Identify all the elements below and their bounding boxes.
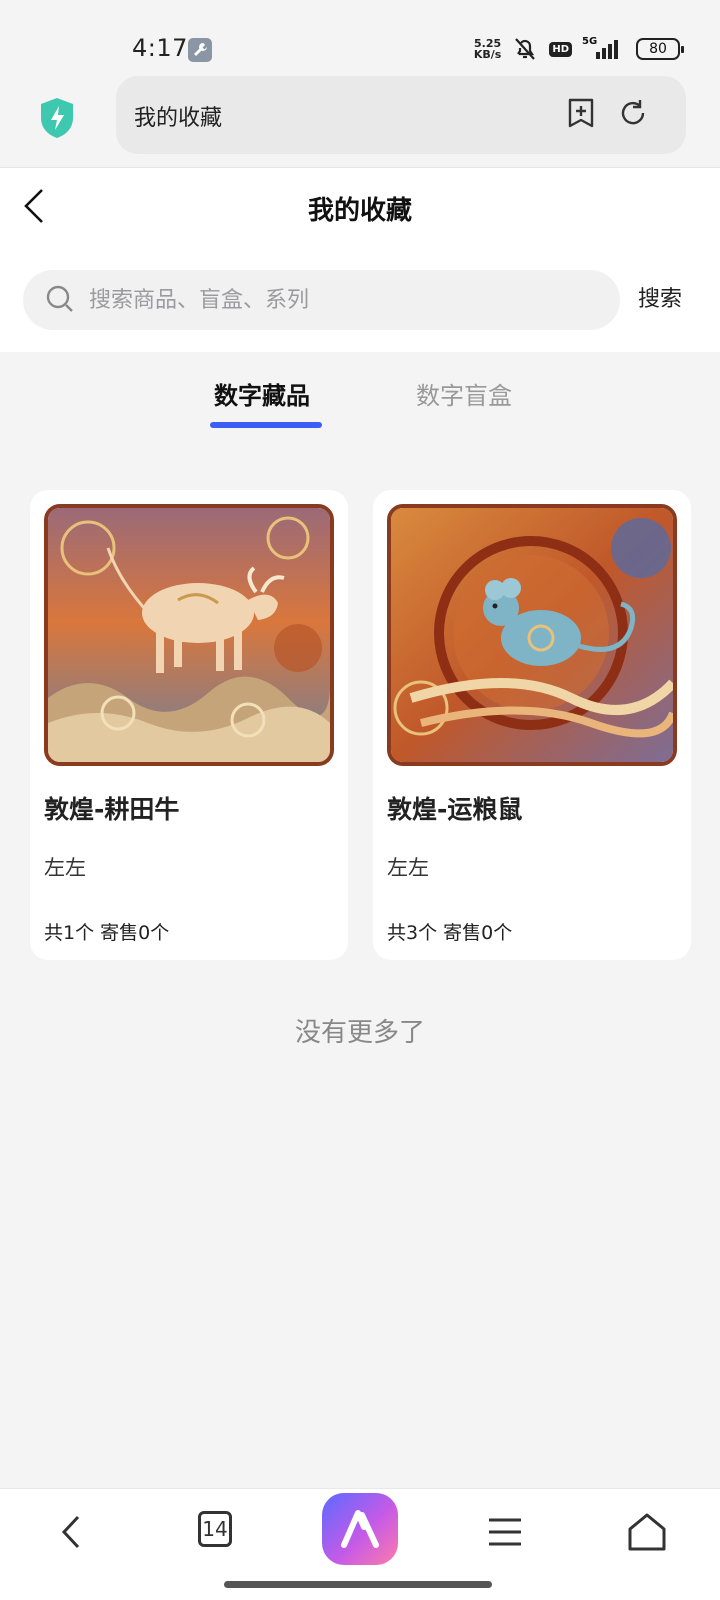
ai-assistant-button[interactable] [322, 1493, 398, 1565]
collectible-image-rat[interactable] [387, 504, 677, 766]
home-indicator[interactable] [224, 1581, 492, 1588]
status-icons: 5.25 KB/s HD 5G 80 [474, 36, 684, 62]
category-tabs: 数字藏品 数字盲盒 [0, 352, 720, 442]
speed-unit: KB/s [473, 48, 502, 61]
collectible-name: 敦煌-运粮鼠 [387, 795, 523, 824]
network-speed: 5.25 KB/s [474, 38, 501, 60]
shield-icon[interactable] [38, 96, 76, 140]
hd-badge: HD [549, 41, 572, 57]
page-title: 我的收藏 [307, 196, 412, 226]
wrench-icon [188, 38, 212, 62]
tabs-count-button[interactable]: 14 [198, 1511, 232, 1547]
browser-toolbar: 我的收藏 [0, 76, 720, 168]
search-box[interactable] [23, 270, 620, 330]
address-bar[interactable]: 我的收藏 [116, 76, 686, 154]
search-button[interactable]: 搜索 [638, 281, 682, 313]
address-text: 我的收藏 [134, 106, 223, 131]
menu-icon[interactable] [480, 1507, 530, 1557]
collectible-name: 敦煌-耕田牛 [44, 795, 180, 824]
collectible-stats: 共3个 寄售0个 [387, 922, 513, 944]
battery-icon: 80 [636, 38, 684, 60]
tab-digital-blind-box[interactable]: 数字盲盒 [416, 376, 512, 411]
bottom-nav: 14 [0, 1488, 720, 1600]
status-bar: 4:17 5.25 KB/s HD 5G 80 [0, 0, 720, 76]
search-input[interactable] [89, 270, 589, 330]
home-icon[interactable] [622, 1507, 672, 1557]
active-tab-indicator [210, 422, 322, 428]
add-bookmark-icon[interactable] [564, 96, 598, 130]
mute-bell-icon [515, 38, 536, 60]
collectible-image-ox[interactable] [44, 504, 334, 766]
status-time: 4:17 [132, 34, 188, 62]
search-icon [46, 285, 73, 312]
collectible-author: 左左 [44, 856, 86, 880]
collectible-card[interactable]: 敦煌-耕田牛 左左 共1个 寄售0个 [30, 490, 348, 960]
page-header: 我的收藏 搜索 [0, 168, 720, 352]
tab-digital-collectibles[interactable]: 数字藏品 [214, 376, 310, 411]
back-icon[interactable] [48, 1507, 98, 1557]
signal-icon: 5G [582, 36, 626, 60]
end-of-list-text: 没有更多了 [294, 1018, 425, 1048]
collectible-author: 左左 [387, 856, 429, 880]
collectible-stats: 共1个 寄售0个 [44, 922, 170, 944]
refresh-icon[interactable] [616, 96, 650, 130]
battery-level: 80 [649, 41, 667, 57]
collectible-card[interactable]: 敦煌-运粮鼠 左左 共3个 寄售0个 [373, 490, 691, 960]
ai-logo-icon [341, 1510, 379, 1548]
